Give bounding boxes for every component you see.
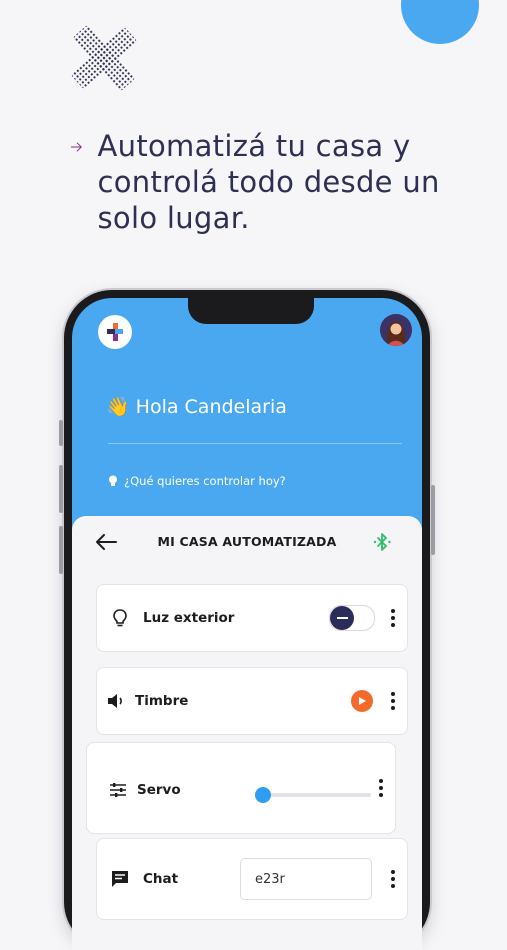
- greeting: 👋 Hola Candelaria: [106, 395, 287, 419]
- phone-screen: 👋 Hola Candelaria ¿Qué quieres controlar…: [72, 298, 422, 950]
- play-icon: [359, 697, 366, 705]
- app-logo-icon[interactable]: [98, 315, 132, 349]
- chat-icon: [109, 868, 131, 890]
- device-label: Servo: [137, 782, 181, 798]
- phone-notch: [188, 298, 314, 324]
- waving-hand-icon: 👋: [106, 396, 130, 418]
- device-label: Timbre: [135, 693, 189, 709]
- phone-volume-down: [59, 526, 63, 574]
- speaker-icon: [105, 690, 127, 712]
- avatar-illustration: [380, 314, 412, 346]
- device-label: Chat: [143, 871, 179, 887]
- bluetooth-icon[interactable]: [372, 531, 394, 553]
- play-button[interactable]: [351, 690, 373, 712]
- lightbulb-icon: [109, 475, 117, 486]
- app-logo-mark: [107, 323, 123, 341]
- decorative-circle: [401, 0, 479, 44]
- device-card-servo: Servo: [86, 742, 396, 834]
- header-divider: [108, 443, 402, 444]
- prompt-question: ¿Qué quieres controlar hoy?: [108, 474, 286, 488]
- device-card-luz-exterior: Luz exterior: [96, 584, 408, 652]
- devices-panel: MI CASA AUTOMATIZADA Luz exterior Timbre…: [72, 516, 422, 950]
- more-options-icon[interactable]: [385, 690, 401, 712]
- question-text: ¿Qué quieres controlar hoy?: [124, 474, 286, 488]
- toggle-knob: [330, 606, 354, 630]
- panel-title: MI CASA AUTOMATIZADA: [157, 534, 337, 549]
- lightbulb-icon: [109, 607, 131, 629]
- chat-input[interactable]: e23r: [240, 858, 372, 900]
- headline-block: Automatizá tu casa y controlá todo desde…: [70, 128, 470, 236]
- phone-side-button: [59, 420, 63, 446]
- slider-thumb[interactable]: [255, 787, 271, 803]
- headline-text: Automatizá tu casa y controlá todo desde…: [97, 129, 440, 235]
- more-options-icon[interactable]: [373, 777, 389, 799]
- servo-slider[interactable]: [255, 787, 371, 803]
- dotted-cross-decoration: [71, 25, 137, 91]
- phone-power-button: [431, 485, 435, 555]
- light-toggle[interactable]: [329, 605, 375, 631]
- device-label: Luz exterior: [143, 610, 235, 626]
- phone-volume-up: [59, 465, 63, 513]
- device-card-timbre: Timbre: [96, 667, 408, 735]
- user-avatar[interactable]: [380, 314, 412, 346]
- panel-header: MI CASA AUTOMATIZADA: [72, 516, 422, 568]
- phone-mockup: 👋 Hola Candelaria ¿Qué quieres controlar…: [59, 290, 435, 950]
- more-options-icon[interactable]: [385, 868, 401, 890]
- greeting-text: Hola Candelaria: [135, 395, 287, 418]
- arrow-right-icon: [70, 142, 82, 152]
- sliders-icon: [107, 779, 129, 801]
- more-options-icon[interactable]: [385, 607, 401, 629]
- device-card-chat: Chat e23r: [96, 838, 408, 920]
